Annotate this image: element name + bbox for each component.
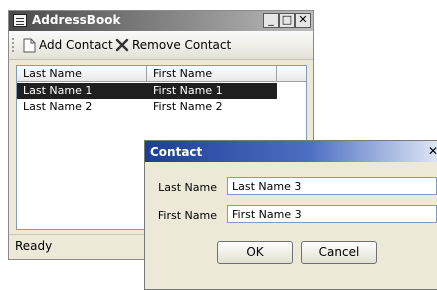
cancel-button[interactable]: Cancel — [301, 241, 377, 264]
cell-first-name: First Name 1 — [153, 84, 223, 97]
close-button[interactable]: ✕ — [295, 13, 311, 28]
title-bar[interactable]: AddressBook _ □ ✕ — [9, 11, 313, 31]
delete-x-icon — [115, 38, 129, 52]
list-item[interactable]: Last Name 2 First Name 2 — [17, 99, 277, 115]
column-header-first-name[interactable]: First Name — [147, 66, 277, 82]
remove-contact-button[interactable]: Remove Contact — [115, 36, 231, 54]
column-header-last-name[interactable]: Last Name — [17, 66, 147, 82]
cell-first-name: First Name 2 — [153, 100, 223, 113]
maximize-button[interactable]: □ — [279, 13, 295, 28]
remove-contact-label: Remove Contact — [132, 38, 232, 52]
dialog-title: Contact — [150, 145, 203, 159]
address-book-icon — [13, 14, 27, 27]
column-header-filler — [277, 66, 306, 82]
toolbar-grip[interactable] — [12, 38, 16, 52]
dialog-close-icon[interactable]: ✕ — [426, 144, 437, 158]
minimize-button[interactable]: _ — [263, 13, 279, 28]
cell-last-name: Last Name 1 — [23, 84, 93, 97]
add-contact-button[interactable]: Add Contact — [23, 36, 113, 54]
dialog-title-bar[interactable]: Contact ✕ — [145, 141, 437, 162]
first-name-field[interactable] — [227, 205, 437, 223]
window-title: AddressBook — [32, 13, 121, 27]
ok-button[interactable]: OK — [217, 241, 293, 264]
list-item[interactable]: Last Name 1 First Name 1 — [17, 83, 277, 99]
status-text: Ready — [15, 239, 53, 253]
first-name-label: First Name — [157, 209, 217, 222]
cell-last-name: Last Name 2 — [23, 100, 93, 113]
toolbar: Add Contact Remove Contact — [9, 31, 313, 60]
last-name-field[interactable] — [227, 177, 437, 195]
new-document-icon — [23, 38, 36, 52]
contact-dialog: Contact ✕ Last Name First Name OK Cancel — [144, 140, 437, 290]
list-header: Last Name First Name — [17, 66, 306, 82]
add-contact-label: Add Contact — [39, 38, 113, 52]
last-name-label: Last Name — [158, 181, 217, 194]
